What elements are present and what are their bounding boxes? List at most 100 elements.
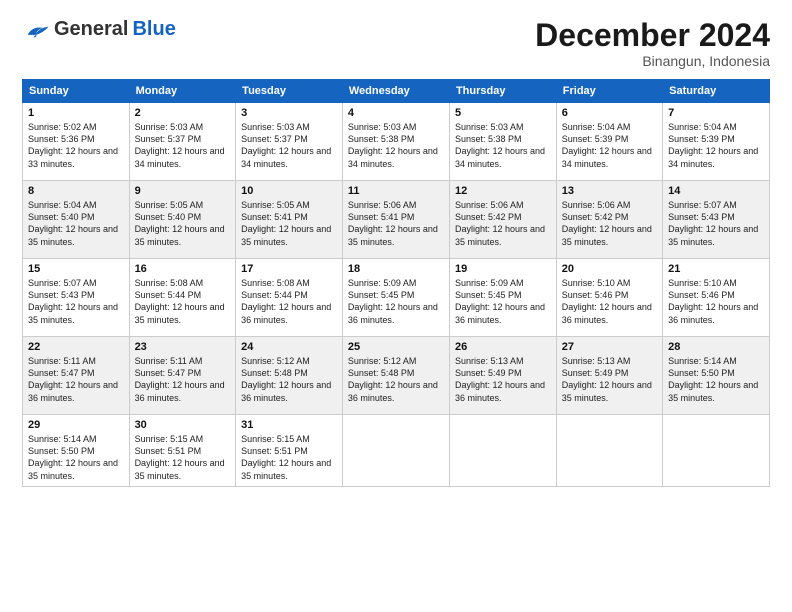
logo-blue: Blue	[132, 18, 175, 41]
table-row: 5 Sunrise: 5:03 AMSunset: 5:38 PMDayligh…	[449, 103, 556, 181]
day-info: Sunrise: 5:13 AMSunset: 5:49 PMDaylight:…	[562, 356, 652, 402]
calendar-header-row: Sunday Monday Tuesday Wednesday Thursday…	[23, 80, 770, 103]
day-info: Sunrise: 5:05 AMSunset: 5:40 PMDaylight:…	[135, 200, 225, 246]
day-number: 31	[241, 419, 337, 431]
day-info: Sunrise: 5:06 AMSunset: 5:41 PMDaylight:…	[348, 200, 438, 246]
table-row: 24 Sunrise: 5:12 AMSunset: 5:48 PMDaylig…	[236, 337, 343, 415]
col-wednesday: Wednesday	[342, 80, 449, 103]
day-number: 24	[241, 341, 337, 353]
day-number: 6	[562, 107, 657, 119]
day-info: Sunrise: 5:05 AMSunset: 5:41 PMDaylight:…	[241, 200, 331, 246]
calendar-week-row: 15 Sunrise: 5:07 AMSunset: 5:43 PMDaylig…	[23, 259, 770, 337]
table-row: 15 Sunrise: 5:07 AMSunset: 5:43 PMDaylig…	[23, 259, 130, 337]
day-number: 23	[135, 341, 231, 353]
table-row: 20 Sunrise: 5:10 AMSunset: 5:46 PMDaylig…	[556, 259, 662, 337]
table-row: 3 Sunrise: 5:03 AMSunset: 5:37 PMDayligh…	[236, 103, 343, 181]
day-number: 20	[562, 263, 657, 275]
header: GeneralBlue December 2024 Binangun, Indo…	[22, 18, 770, 69]
day-number: 15	[28, 263, 124, 275]
table-row: 4 Sunrise: 5:03 AMSunset: 5:38 PMDayligh…	[342, 103, 449, 181]
table-row	[556, 415, 662, 487]
day-number: 8	[28, 185, 124, 197]
table-row: 27 Sunrise: 5:13 AMSunset: 5:49 PMDaylig…	[556, 337, 662, 415]
table-row: 29 Sunrise: 5:14 AMSunset: 5:50 PMDaylig…	[23, 415, 130, 487]
day-number: 13	[562, 185, 657, 197]
day-number: 30	[135, 419, 231, 431]
col-monday: Monday	[129, 80, 236, 103]
day-info: Sunrise: 5:11 AMSunset: 5:47 PMDaylight:…	[135, 356, 225, 402]
col-sunday: Sunday	[23, 80, 130, 103]
day-info: Sunrise: 5:10 AMSunset: 5:46 PMDaylight:…	[668, 278, 758, 324]
day-number: 27	[562, 341, 657, 353]
table-row	[342, 415, 449, 487]
day-info: Sunrise: 5:12 AMSunset: 5:48 PMDaylight:…	[241, 356, 331, 402]
table-row: 17 Sunrise: 5:08 AMSunset: 5:44 PMDaylig…	[236, 259, 343, 337]
day-info: Sunrise: 5:02 AMSunset: 5:36 PMDaylight:…	[28, 122, 118, 168]
day-number: 1	[28, 107, 124, 119]
day-info: Sunrise: 5:14 AMSunset: 5:50 PMDaylight:…	[668, 356, 758, 402]
day-info: Sunrise: 5:03 AMSunset: 5:37 PMDaylight:…	[241, 122, 331, 168]
day-info: Sunrise: 5:06 AMSunset: 5:42 PMDaylight:…	[562, 200, 652, 246]
day-number: 28	[668, 341, 764, 353]
day-number: 17	[241, 263, 337, 275]
day-number: 16	[135, 263, 231, 275]
day-info: Sunrise: 5:08 AMSunset: 5:44 PMDaylight:…	[135, 278, 225, 324]
table-row: 26 Sunrise: 5:13 AMSunset: 5:49 PMDaylig…	[449, 337, 556, 415]
day-info: Sunrise: 5:04 AMSunset: 5:39 PMDaylight:…	[668, 122, 758, 168]
day-info: Sunrise: 5:07 AMSunset: 5:43 PMDaylight:…	[28, 278, 118, 324]
day-number: 26	[455, 341, 551, 353]
table-row: 19 Sunrise: 5:09 AMSunset: 5:45 PMDaylig…	[449, 259, 556, 337]
title-section: December 2024 Binangun, Indonesia	[535, 18, 770, 69]
table-row	[449, 415, 556, 487]
day-info: Sunrise: 5:04 AMSunset: 5:40 PMDaylight:…	[28, 200, 118, 246]
calendar-week-row: 29 Sunrise: 5:14 AMSunset: 5:50 PMDaylig…	[23, 415, 770, 487]
day-number: 18	[348, 263, 444, 275]
table-row: 28 Sunrise: 5:14 AMSunset: 5:50 PMDaylig…	[663, 337, 770, 415]
day-number: 7	[668, 107, 764, 119]
logo-general: General	[54, 18, 128, 41]
col-saturday: Saturday	[663, 80, 770, 103]
table-row: 6 Sunrise: 5:04 AMSunset: 5:39 PMDayligh…	[556, 103, 662, 181]
day-number: 21	[668, 263, 764, 275]
table-row: 18 Sunrise: 5:09 AMSunset: 5:45 PMDaylig…	[342, 259, 449, 337]
logo-bird-icon	[22, 22, 50, 40]
calendar-week-row: 1 Sunrise: 5:02 AMSunset: 5:36 PMDayligh…	[23, 103, 770, 181]
day-info: Sunrise: 5:09 AMSunset: 5:45 PMDaylight:…	[455, 278, 545, 324]
day-number: 12	[455, 185, 551, 197]
day-number: 11	[348, 185, 444, 197]
table-row: 25 Sunrise: 5:12 AMSunset: 5:48 PMDaylig…	[342, 337, 449, 415]
day-info: Sunrise: 5:11 AMSunset: 5:47 PMDaylight:…	[28, 356, 118, 402]
day-number: 22	[28, 341, 124, 353]
day-number: 5	[455, 107, 551, 119]
day-info: Sunrise: 5:03 AMSunset: 5:38 PMDaylight:…	[455, 122, 545, 168]
calendar-week-row: 8 Sunrise: 5:04 AMSunset: 5:40 PMDayligh…	[23, 181, 770, 259]
day-info: Sunrise: 5:07 AMSunset: 5:43 PMDaylight:…	[668, 200, 758, 246]
table-row: 22 Sunrise: 5:11 AMSunset: 5:47 PMDaylig…	[23, 337, 130, 415]
col-tuesday: Tuesday	[236, 80, 343, 103]
table-row: 11 Sunrise: 5:06 AMSunset: 5:41 PMDaylig…	[342, 181, 449, 259]
day-number: 2	[135, 107, 231, 119]
day-info: Sunrise: 5:10 AMSunset: 5:46 PMDaylight:…	[562, 278, 652, 324]
page: GeneralBlue December 2024 Binangun, Indo…	[0, 0, 792, 612]
table-row: 12 Sunrise: 5:06 AMSunset: 5:42 PMDaylig…	[449, 181, 556, 259]
day-info: Sunrise: 5:13 AMSunset: 5:49 PMDaylight:…	[455, 356, 545, 402]
day-info: Sunrise: 5:12 AMSunset: 5:48 PMDaylight:…	[348, 356, 438, 402]
table-row: 16 Sunrise: 5:08 AMSunset: 5:44 PMDaylig…	[129, 259, 236, 337]
day-info: Sunrise: 5:03 AMSunset: 5:37 PMDaylight:…	[135, 122, 225, 168]
day-info: Sunrise: 5:09 AMSunset: 5:45 PMDaylight:…	[348, 278, 438, 324]
table-row: 14 Sunrise: 5:07 AMSunset: 5:43 PMDaylig…	[663, 181, 770, 259]
day-number: 29	[28, 419, 124, 431]
day-info: Sunrise: 5:03 AMSunset: 5:38 PMDaylight:…	[348, 122, 438, 168]
col-friday: Friday	[556, 80, 662, 103]
day-number: 3	[241, 107, 337, 119]
table-row: 13 Sunrise: 5:06 AMSunset: 5:42 PMDaylig…	[556, 181, 662, 259]
day-info: Sunrise: 5:14 AMSunset: 5:50 PMDaylight:…	[28, 434, 118, 480]
day-number: 9	[135, 185, 231, 197]
calendar-table: Sunday Monday Tuesday Wednesday Thursday…	[22, 79, 770, 487]
day-number: 25	[348, 341, 444, 353]
col-thursday: Thursday	[449, 80, 556, 103]
page-subtitle: Binangun, Indonesia	[535, 53, 770, 69]
day-info: Sunrise: 5:08 AMSunset: 5:44 PMDaylight:…	[241, 278, 331, 324]
table-row: 30 Sunrise: 5:15 AMSunset: 5:51 PMDaylig…	[129, 415, 236, 487]
table-row: 9 Sunrise: 5:05 AMSunset: 5:40 PMDayligh…	[129, 181, 236, 259]
